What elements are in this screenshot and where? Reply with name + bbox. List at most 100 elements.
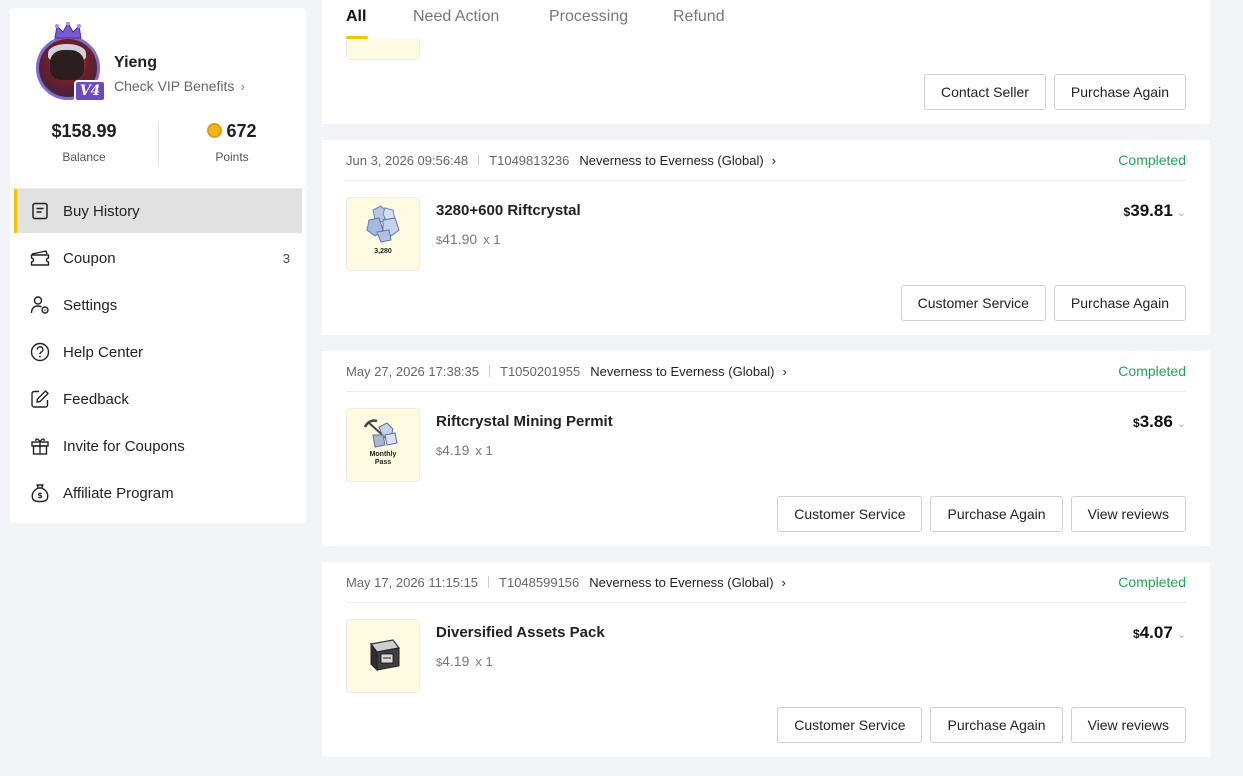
sidebar-item-affiliate-program[interactable]: $ Affiliate Program (14, 471, 302, 515)
purchase-again-button[interactable]: Purchase Again (1053, 74, 1186, 110)
sidebar-item-label: Invite for Coupons (63, 437, 185, 455)
vip-level-badge: V4 (74, 80, 106, 102)
thumbnail-caption: 3,280 (374, 248, 392, 255)
tab-processing[interactable]: Processing (549, 8, 628, 26)
order-card: May 27, 2026 17:38:35 T1050201955 Nevern… (322, 351, 1210, 546)
username: Yieng (114, 54, 157, 71)
order-header: May 27, 2026 17:38:35 T1050201955 Nevern… (346, 351, 1186, 392)
purchase-again-button[interactable]: Purchase Again (1053, 285, 1186, 321)
sidebar-item-label: Coupon (63, 249, 116, 267)
gift-icon (30, 436, 50, 456)
help-icon (30, 342, 50, 362)
svg-text:$: $ (37, 491, 43, 500)
mining-pass-icon (363, 419, 398, 448)
status-badge: Completed (1118, 363, 1186, 379)
tab-need-action[interactable]: Need Action (413, 8, 499, 26)
sidebar-item-label: Affiliate Program (63, 484, 174, 502)
avatar[interactable]: V4 (32, 22, 106, 102)
tab-refund[interactable]: Refund (673, 8, 725, 26)
game-name: Neverness to Everness (Global) (590, 363, 775, 379)
order-date: Jun 3, 2026 09:56:48 (346, 152, 469, 168)
customer-service-button[interactable]: Customer Service (777, 707, 923, 743)
check-vip-benefits-link[interactable]: Check VIP Benefits › (114, 78, 245, 94)
sidebar-item-label: Settings (63, 296, 118, 314)
order-card: May 17, 2026 11:15:15 T1048599156 Nevern… (322, 562, 1210, 757)
sidebar-item-feedback[interactable]: Feedback (14, 377, 302, 421)
order-date: May 17, 2026 11:15:15 (346, 574, 479, 590)
view-reviews-button[interactable]: View reviews (1070, 496, 1186, 532)
product-thumbnail[interactable] (346, 619, 420, 693)
game-link[interactable]: Neverness to Everness (Global) › (579, 153, 776, 168)
chevron-down-icon: ⌄ (1176, 418, 1186, 430)
order-id: T1050201955 (500, 363, 581, 379)
order-total[interactable]: $39.81 ⌄ (1124, 201, 1186, 221)
thumbnail-caption: Monthly Pass (369, 451, 397, 466)
unit-price: $4.19 x 1 (436, 442, 493, 458)
order-card: Contact Seller Purchase Again (322, 39, 1210, 124)
chevron-right-icon: › (240, 78, 246, 94)
points-value: 672 (226, 121, 257, 141)
order-header: May 17, 2026 11:15:15 T1048599156 Nevern… (346, 562, 1186, 603)
quantity: x 1 (475, 443, 493, 458)
crystal-icon (366, 205, 400, 243)
game-name: Neverness to Everness (Global) (589, 574, 774, 590)
profile-header: V4 Yieng Check VIP Benefits › (32, 18, 292, 108)
crown-icon (54, 22, 82, 39)
points-stat[interactable]: 672 Points (158, 118, 306, 164)
sidebar: V4 Yieng Check VIP Benefits › $158.99 Bal… (10, 8, 306, 523)
sidebar-menu: Buy History Coupon 3 Settings Help Cente… (14, 189, 302, 518)
order-id: T1049813236 (489, 152, 570, 168)
balance-stat[interactable]: $158.99 Balance (10, 118, 158, 164)
order-total[interactable]: $3.86 ⌄ (1133, 412, 1186, 432)
money-bag-icon: $ (30, 483, 50, 503)
receipt-icon (30, 201, 50, 221)
product-thumbnail[interactable] (346, 39, 420, 60)
sidebar-item-settings[interactable]: Settings (14, 283, 302, 327)
game-link[interactable]: Neverness to Everness (Global) › (590, 364, 787, 379)
order-actions: Customer Service Purchase Again View rev… (777, 707, 1186, 743)
product-name[interactable]: Diversified Assets Pack (436, 624, 605, 641)
tab-all[interactable]: All (346, 8, 366, 26)
sidebar-item-buy-history[interactable]: Buy History (14, 189, 302, 233)
quantity: x 1 (483, 232, 501, 247)
product-name[interactable]: 3280+600 Riftcrystal (436, 202, 581, 219)
coin-icon (207, 123, 223, 138)
product-thumbnail[interactable]: Monthly Pass (346, 408, 420, 482)
chevron-right-icon: › (781, 574, 786, 590)
points-label: Points (215, 150, 249, 164)
edit-icon (30, 389, 50, 409)
product-name[interactable]: Riftcrystal Mining Permit (436, 413, 613, 430)
order-total[interactable]: $4.07 ⌄ (1133, 623, 1186, 643)
order-card: Jun 3, 2026 09:56:48 T1049813236 Neverne… (322, 140, 1210, 335)
status-badge: Completed (1118, 574, 1186, 590)
purchase-again-button[interactable]: Purchase Again (930, 707, 1063, 743)
order-actions: Customer Service Purchase Again View rev… (777, 496, 1186, 532)
quantity: x 1 (475, 654, 493, 669)
sidebar-item-label: Feedback (63, 390, 129, 408)
chevron-right-icon: › (771, 152, 777, 168)
contact-seller-button[interactable]: Contact Seller (923, 74, 1046, 110)
game-link[interactable]: Neverness to Everness (Global) › (589, 575, 786, 590)
wallet-stats: $158.99 Balance 672 Points (10, 118, 306, 178)
order-tabs: All Need Action Processing Refund (322, 0, 1210, 42)
order-date: May 27, 2026 17:38:35 (346, 363, 479, 379)
sidebar-item-help-center[interactable]: Help Center (14, 330, 302, 374)
order-actions: Contact Seller Purchase Again (923, 74, 1186, 110)
sidebar-item-coupon[interactable]: Coupon 3 (14, 236, 302, 280)
order-actions: Customer Service Purchase Again (900, 285, 1186, 321)
user-settings-icon (30, 295, 50, 315)
product-thumbnail[interactable]: 3,280 (346, 197, 420, 271)
chevron-down-icon: ⌄ (1176, 207, 1186, 219)
customer-service-button[interactable]: Customer Service (777, 496, 923, 532)
customer-service-button[interactable]: Customer Service (900, 285, 1046, 321)
purchase-again-button[interactable]: Purchase Again (930, 496, 1063, 532)
status-badge: Completed (1118, 152, 1186, 168)
sidebar-item-label: Help Center (63, 343, 144, 361)
chevron-down-icon: ⌄ (1176, 629, 1186, 641)
vip-link-label: Check VIP Benefits (114, 78, 235, 94)
chevron-right-icon: › (782, 363, 787, 379)
coupon-count: 3 (282, 250, 290, 266)
view-reviews-button[interactable]: View reviews (1070, 707, 1186, 743)
sidebar-item-invite-for-coupons[interactable]: Invite for Coupons (14, 424, 302, 468)
order-header: Jun 3, 2026 09:56:48 T1049813236 Neverne… (346, 140, 1186, 181)
